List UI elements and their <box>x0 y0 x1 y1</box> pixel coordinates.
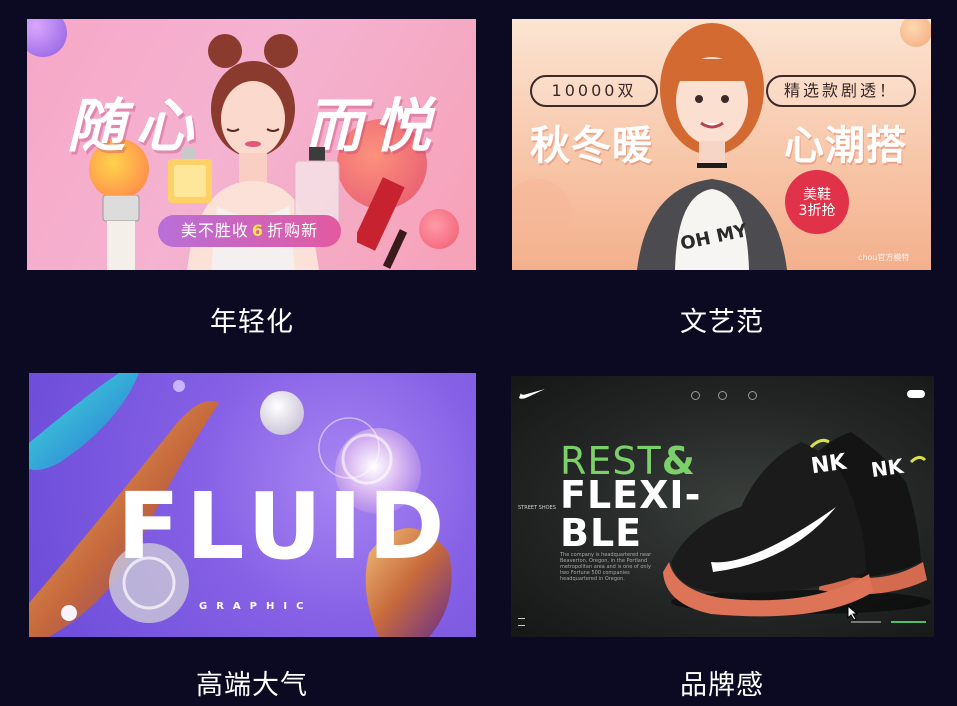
banner-card-artsy[interactable]: 10000双 精选款剧透！ 秋冬暖 心潮搭 OH MY 美鞋 3折抢 chou官… <box>512 19 931 270</box>
headline-char-4: 悦 <box>373 92 434 160</box>
promo-banner[interactable]: 美不胜收 6 折购新 <box>158 215 341 247</box>
menu-icon[interactable] <box>518 618 525 626</box>
badge-line-2: 3折抢 <box>798 203 836 219</box>
lipstick <box>357 177 408 269</box>
caption-brand: 品牌感 <box>680 670 764 701</box>
purple-bubble <box>27 19 67 57</box>
sneaker-illustration <box>663 432 931 617</box>
headline-char-1: 随 <box>67 92 128 160</box>
badge-line-1: 美鞋 <box>803 187 831 203</box>
banner-card-youthful[interactable]: 随 心 而 悦 美不胜收 6 折购新 <box>27 19 476 270</box>
pill-preview: 精选款剧透！ <box>766 75 916 107</box>
caption-artsy: 文艺范 <box>680 307 764 338</box>
nav-icon-1[interactable] <box>691 391 700 400</box>
peach-bubble <box>900 19 931 47</box>
shoe-print-back: NK <box>869 453 905 483</box>
shop-button[interactable] <box>907 390 925 398</box>
footer-cta[interactable] <box>891 621 926 623</box>
banner-card-premium[interactable]: FLUID GRAPHIC <box>29 373 476 637</box>
headline-left: 秋冬暖 <box>530 123 653 169</box>
promo-text-end: 折购新 <box>267 221 319 240</box>
fluid-title: FLUID <box>117 473 451 580</box>
graphic-subtitle: GRAPHIC <box>199 601 313 612</box>
cream-jar <box>102 195 140 270</box>
discount-badge[interactable]: 美鞋 3折抢 <box>784 187 850 219</box>
headline-right: 心潮搭 <box>784 123 907 169</box>
caption-youthful: 年轻化 <box>210 307 294 338</box>
cursor-arrow-icon <box>847 605 859 621</box>
body-copy: The company is headquartered near Beaver… <box>560 552 652 582</box>
shoe-print-front: NK <box>809 449 849 480</box>
banner-card-brand[interactable]: STREET SHOES REST& FLEXI- BLE The compan… <box>511 376 934 637</box>
side-label: STREET SHOES <box>518 505 556 511</box>
perfume-bottle-yellow <box>168 147 212 203</box>
promo-text: 美不胜收 <box>180 221 249 240</box>
swoosh-logo[interactable] <box>518 388 546 400</box>
footer-link[interactable] <box>851 621 881 623</box>
nav-icon-3[interactable] <box>748 391 757 400</box>
peach-blob <box>512 179 572 249</box>
watermark: chou官方模特 <box>858 253 910 262</box>
promo-discount: 6 <box>251 221 265 240</box>
caption-premium: 高端大气 <box>196 670 308 701</box>
nav-icon-2[interactable] <box>718 391 727 400</box>
